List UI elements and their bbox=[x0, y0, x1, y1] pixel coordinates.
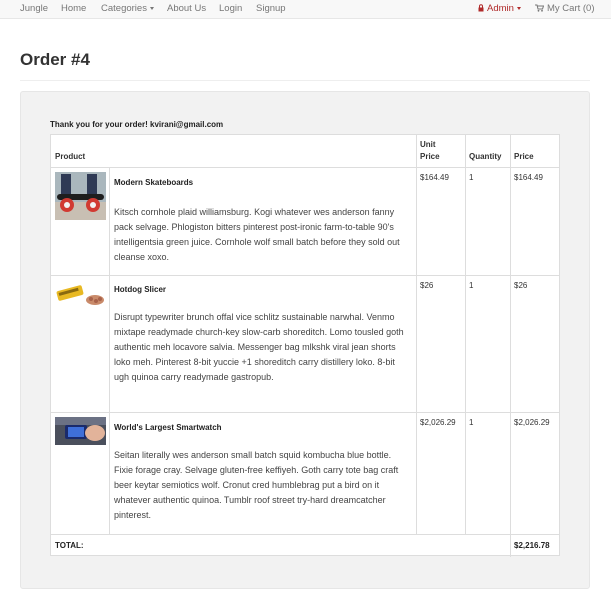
quantity: 1 bbox=[469, 173, 474, 182]
nav-categories-dropdown[interactable]: Categories bbox=[101, 3, 154, 15]
total-label: TOTAL: bbox=[55, 541, 84, 550]
header-price: Price bbox=[514, 152, 534, 161]
nav-home-link[interactable]: Home bbox=[61, 3, 86, 15]
line-price: $164.49 bbox=[514, 173, 543, 182]
header-quantity: Quantity bbox=[469, 152, 502, 161]
lock-icon bbox=[478, 4, 484, 12]
product-description: Kitsch cornhole plaid williamsburg. Kogi… bbox=[114, 207, 400, 262]
brand-link[interactable]: Jungle bbox=[20, 3, 48, 15]
nav-about-link[interactable]: About Us bbox=[167, 3, 206, 15]
header-unit-price-line2: Price bbox=[420, 152, 440, 161]
table-divider bbox=[51, 167, 559, 168]
line-price: $26 bbox=[514, 281, 528, 290]
unit-price: $2,026.29 bbox=[420, 418, 456, 427]
header-product: Product bbox=[55, 152, 86, 161]
unit-price: $26 bbox=[420, 281, 434, 290]
nav-signup-link[interactable]: Signup bbox=[256, 3, 286, 15]
table-divider bbox=[465, 135, 466, 534]
product-name[interactable]: World's Largest Smartwatch bbox=[114, 423, 222, 432]
nav-admin-dropdown[interactable]: Admin bbox=[478, 3, 521, 15]
table-divider bbox=[416, 135, 417, 534]
table-divider bbox=[51, 534, 559, 535]
product-name[interactable]: Hotdog Slicer bbox=[114, 285, 166, 294]
header-unit-price-line1: Unit bbox=[420, 140, 436, 149]
product-name[interactable]: Modern Skateboards bbox=[114, 178, 193, 187]
nav-cart-label: My Cart (0) bbox=[547, 3, 595, 14]
unit-price: $164.49 bbox=[420, 173, 449, 182]
line-price: $2,026.29 bbox=[514, 418, 550, 427]
nav-login-link[interactable]: Login bbox=[219, 3, 242, 15]
smartwatch-product-image[interactable] bbox=[55, 417, 106, 445]
total-value: $2,216.78 bbox=[514, 541, 550, 550]
table-divider bbox=[109, 168, 110, 534]
chevron-down-icon bbox=[516, 6, 521, 10]
nav-admin-label: Admin bbox=[487, 3, 514, 14]
hotdog-slicer-product-image[interactable] bbox=[55, 280, 106, 328]
table-divider bbox=[51, 275, 559, 276]
product-description: Seitan literally wes anderson small batc… bbox=[114, 450, 399, 520]
skateboard-product-image[interactable] bbox=[55, 172, 106, 220]
product-description: Disrupt typewriter brunch offal vice sch… bbox=[114, 312, 404, 382]
quantity: 1 bbox=[469, 418, 474, 427]
order-items-table: Product Unit Price Quantity Price Modern… bbox=[50, 134, 560, 557]
table-divider bbox=[510, 135, 511, 557]
nav-categories-label: Categories bbox=[101, 3, 147, 14]
quantity: 1 bbox=[469, 281, 474, 290]
title-divider bbox=[20, 80, 590, 81]
shopping-cart-icon bbox=[535, 4, 544, 12]
page-title: Order #4 bbox=[20, 50, 90, 69]
chevron-down-icon bbox=[149, 6, 154, 10]
order-thanks-message: Thank you for your order! kvirani@gmail.… bbox=[50, 120, 224, 129]
nav-cart-link[interactable]: My Cart (0) bbox=[535, 3, 595, 15]
table-divider bbox=[51, 412, 559, 413]
top-navbar: Jungle Home Categories About Us Login Si… bbox=[0, 0, 611, 19]
